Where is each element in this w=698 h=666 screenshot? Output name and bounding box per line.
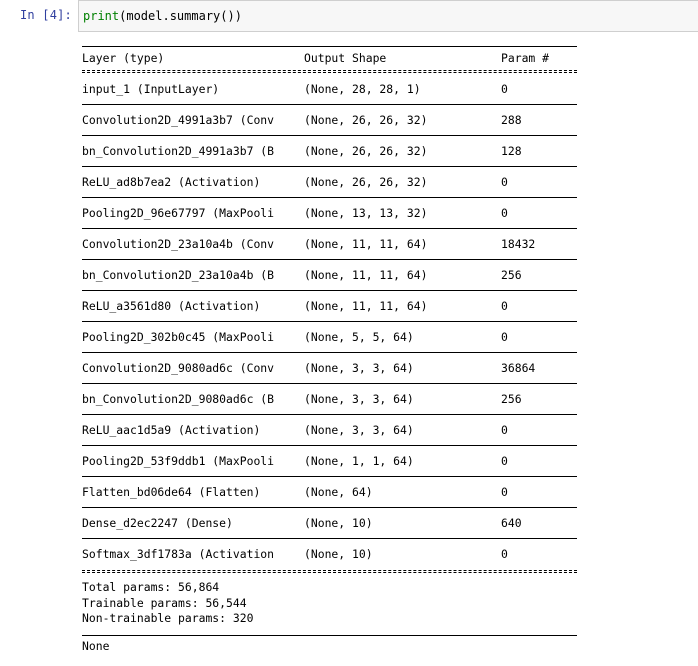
output-shape-cell: (None, 11, 11, 64) [304, 299, 428, 313]
output-shape-cell: (None, 26, 26, 32) [304, 175, 428, 189]
output-shape-cell: (None, 10) [304, 547, 373, 561]
param-count-cell: 0 [501, 330, 508, 344]
code-rest: (model.summary()) [119, 9, 242, 23]
layer-name-cell: Softmax_3df1783a (Activation [82, 547, 275, 561]
table-row: Convolution2D_9080ad6c (Conv (None, 3, 3,… [82, 353, 577, 383]
layer-name-cell: input_1 (InputLayer) [82, 82, 220, 96]
param-totals: Total params: 56,864 Trainable params: 56… [82, 574, 577, 635]
code-input-area[interactable]: print(model.summary()) [78, 0, 698, 32]
layer-name-cell: bn_Convolution2D_23a10a4b (B [82, 268, 275, 282]
param-count-cell: 256 [501, 392, 522, 406]
param-count-cell: 256 [501, 268, 522, 282]
code-func: print [83, 9, 120, 23]
layer-name-cell: Pooling2D_96e67797 (MaxPooli [82, 206, 275, 220]
header-params: Param # [501, 51, 550, 65]
summary-rows: input_1 (InputLayer) (None, 28, 28, 1) 0 Co… [82, 74, 577, 569]
output-shape-cell: (None, 26, 26, 32) [304, 113, 428, 127]
trainable-params: Trainable params: 56,544 [82, 595, 247, 610]
param-count-cell: 0 [501, 82, 508, 96]
output-shape-cell: (None, 5, 5, 64) [304, 330, 414, 344]
table-row: bn_Convolution2D_4991a3b7 (B (None, 26, 2… [82, 136, 577, 166]
input-prompt: In [4]: [20, 8, 72, 22]
layer-name-cell: ReLU_a3561d80 (Activation) [82, 299, 261, 313]
layer-name-cell: bn_Convolution2D_4991a3b7 (B [82, 144, 275, 158]
output-shape-cell: (None, 28, 28, 1) [304, 82, 421, 96]
layer-name-cell: Dense_d2ec2247 (Dense) [82, 516, 233, 530]
param-count-cell: 288 [501, 113, 522, 127]
output-shape-cell: (None, 26, 26, 32) [304, 144, 428, 158]
return-value: None [82, 638, 110, 653]
table-row: Dense_d2ec2247 (Dense) (None, 10) 640 [82, 508, 577, 538]
output-shape-cell: (None, 3, 3, 64) [304, 423, 414, 437]
table-row: bn_Convolution2D_23a10a4b (B (None, 11, 1… [82, 260, 577, 290]
output-shape-cell: (None, 11, 11, 64) [304, 268, 428, 282]
non-trainable-params: Non-trainable params: 320 [82, 611, 254, 625]
header-layer: Layer (type) [82, 51, 165, 65]
param-count-cell: 128 [501, 144, 522, 158]
layer-name-cell: Convolution2D_4991a3b7 (Conv [82, 113, 275, 127]
layer-name-cell: Flatten_bd06de64 (Flatten) [82, 485, 261, 499]
param-count-cell: 0 [501, 454, 508, 468]
layer-name-cell: ReLU_ad8b7ea2 (Activation) [82, 175, 261, 189]
param-count-cell: 0 [501, 299, 508, 313]
table-row: ReLU_ad8b7ea2 (Activation) (None, 26, 26,… [82, 167, 577, 197]
output-shape-cell: (None, 64) [304, 485, 373, 499]
output-shape-cell: (None, 3, 3, 64) [304, 392, 414, 406]
param-count-cell: 0 [501, 547, 508, 561]
param-count-cell: 36864 [501, 361, 536, 375]
code-cell[interactable]: In [4]: print(model.summary()) [0, 0, 698, 36]
code-text[interactable]: print(model.summary()) [83, 9, 242, 23]
total-params: Total params: 56,864 [82, 580, 220, 594]
layer-name-cell: Pooling2D_53f9ddb1 (MaxPooli [82, 454, 275, 468]
table-row: ReLU_a3561d80 (Activation) (None, 11, 11,… [82, 291, 577, 321]
layer-name-cell: Convolution2D_9080ad6c (Conv [82, 361, 275, 375]
layer-name-cell: Pooling2D_302b0c45 (MaxPooli [82, 330, 275, 344]
param-count-cell: 640 [501, 516, 522, 530]
param-count-cell: 0 [501, 206, 508, 220]
output-shape-cell: (None, 3, 3, 64) [304, 361, 414, 375]
output-shape-cell: (None, 13, 13, 32) [304, 206, 428, 220]
header-double-rule [82, 69, 577, 74]
table-row: ReLU_aac1d5a9 (Activation) (None, 3, 3, 6… [82, 415, 577, 445]
table-row: Pooling2D_53f9ddb1 (MaxPooli (None, 1, 1,… [82, 446, 577, 476]
param-count-cell: 0 [501, 423, 508, 437]
layer-name-cell: ReLU_aac1d5a9 (Activation) [82, 423, 261, 437]
output-shape-cell: (None, 1, 1, 64) [304, 454, 414, 468]
table-row: Pooling2D_96e67797 (MaxPooli (None, 13, 1… [82, 198, 577, 228]
table-row: Convolution2D_4991a3b7 (Conv (None, 26, 2… [82, 105, 577, 135]
table-row: Convolution2D_23a10a4b (Conv (None, 11, 1… [82, 229, 577, 259]
layer-name-cell: bn_Convolution2D_9080ad6c (B [82, 392, 275, 406]
header-shape: Output Shape [304, 51, 387, 65]
param-count-cell: 18432 [501, 237, 536, 251]
table-row: Flatten_bd06de64 (Flatten) (None, 64) 0 [82, 477, 577, 507]
table-row: Softmax_3df1783a (Activation (None, 10) 0 [82, 539, 577, 569]
table-row: bn_Convolution2D_9080ad6c (B (None, 3, 3,… [82, 384, 577, 414]
table-row: input_1 (InputLayer) (None, 28, 28, 1) 0 [82, 74, 577, 104]
layer-name-cell: Convolution2D_23a10a4b (Conv [82, 237, 275, 251]
cell-output: Layer (type) Output Shape Param # input_… [82, 46, 577, 653]
output-shape-cell: (None, 11, 11, 64) [304, 237, 428, 251]
summary-header-row: Layer (type) Output Shape Param # [82, 47, 577, 69]
output-shape-cell: (None, 10) [304, 516, 373, 530]
table-row: Pooling2D_302b0c45 (MaxPooli (None, 5, 5,… [82, 322, 577, 352]
footer-double-rule [82, 569, 577, 574]
param-count-cell: 0 [501, 175, 508, 189]
param-count-cell: 0 [501, 485, 508, 499]
